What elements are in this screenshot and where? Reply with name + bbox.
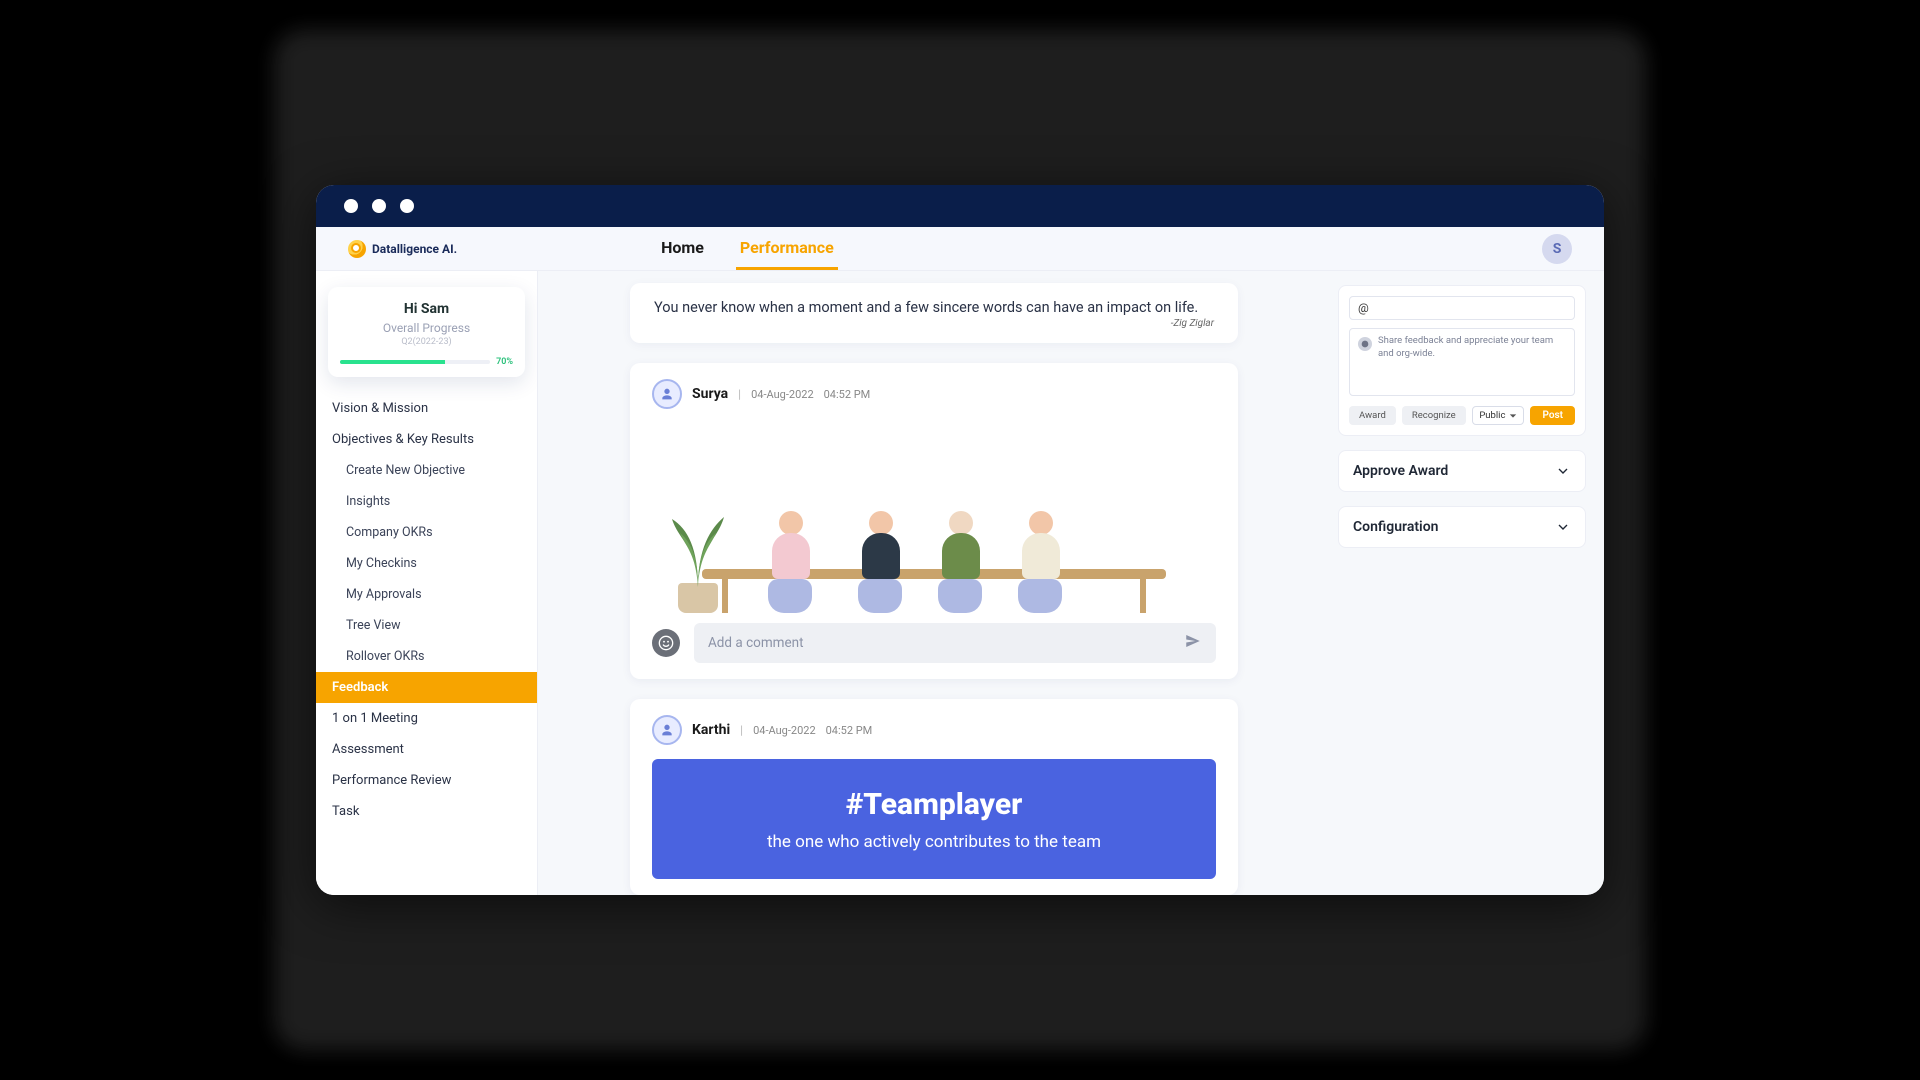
sidebar-nav: Vision & Mission Objectives & Key Result… (316, 391, 537, 847)
post-time: 04:52 PM (824, 388, 871, 401)
feed: You never know when a moment and a few s… (538, 271, 1338, 895)
comment-placeholder: Add a comment (708, 635, 804, 651)
nav-okr[interactable]: Objectives & Key Results (316, 424, 537, 455)
quote-author: -Zig Ziglar (654, 318, 1214, 329)
brand-name: Datalligence AI. (372, 242, 457, 256)
approve-award-accordion[interactable]: Approve Award (1338, 450, 1586, 492)
emoji-picker-icon[interactable] (652, 629, 680, 657)
banner-title: #Teamplayer (846, 787, 1023, 822)
send-icon[interactable] (1184, 632, 1202, 654)
sidebar: Hi Sam Overall Progress Q2(2022-23) 70% … (316, 271, 538, 895)
feedback-placeholder: Share feedback and appreciate your team … (1378, 335, 1566, 389)
post-author: Surya (692, 386, 728, 402)
post-card: Surya | 04-Aug-2022 04:52 PM (630, 363, 1238, 679)
quote-text: You never know when a moment and a few s… (654, 299, 1214, 316)
nav-tree-view[interactable]: Tree View (316, 610, 537, 641)
configuration-accordion[interactable]: Configuration (1338, 506, 1586, 548)
post-card: Karthi | 04-Aug-2022 04:52 PM #Teamplaye… (630, 699, 1238, 895)
nav-my-checkins[interactable]: My Checkins (316, 548, 537, 579)
smiley-icon (1358, 337, 1372, 351)
user-avatar-icon (652, 379, 682, 409)
window-titlebar (316, 185, 1604, 227)
window-control[interactable] (400, 199, 414, 213)
mention-input[interactable]: @ (1349, 296, 1575, 320)
post-author: Karthi (692, 722, 730, 738)
accordion-label: Configuration (1353, 519, 1438, 535)
separator: | (738, 387, 741, 401)
nav-rollover-okrs[interactable]: Rollover OKRs (316, 641, 537, 672)
nav-create-objective[interactable]: Create New Objective (316, 455, 537, 486)
progress-percent: 70% (496, 357, 513, 367)
brand-logo-icon (348, 240, 366, 258)
nav-insights[interactable]: Insights (316, 486, 537, 517)
nav-performance-review[interactable]: Performance Review (316, 765, 537, 796)
nav-my-approvals[interactable]: My Approvals (316, 579, 537, 610)
comment-input[interactable]: Add a comment (694, 623, 1216, 663)
visibility-select[interactable]: Public (1472, 406, 1524, 425)
brand: Datalligence AI. (348, 240, 457, 258)
quote-card: You never know when a moment and a few s… (630, 283, 1238, 343)
visibility-label: Public (1479, 410, 1505, 421)
tab-home[interactable]: Home (657, 228, 708, 270)
right-panel: @ Share feedback and appreciate your tea… (1338, 271, 1604, 895)
teamplayer-banner: #Teamplayer the one who actively contrib… (652, 759, 1216, 879)
tab-performance[interactable]: Performance (736, 228, 838, 270)
top-tabs: Home Performance (657, 228, 838, 270)
nav-assessment[interactable]: Assessment (316, 734, 537, 765)
post-time: 04:52 PM (826, 724, 873, 737)
banner-description: the one who actively contributes to the … (767, 832, 1101, 852)
topbar: Datalligence AI. Home Performance S (316, 227, 1604, 271)
progress-fill (340, 360, 445, 364)
accordion-label: Approve Award (1353, 463, 1448, 479)
user-avatar[interactable]: S (1542, 234, 1572, 264)
compose-card: @ Share feedback and appreciate your tea… (1338, 285, 1586, 436)
greeting-subtitle: Overall Progress (340, 321, 513, 335)
post-button[interactable]: Post (1530, 406, 1575, 425)
progress-bar (340, 360, 490, 364)
greeting-card: Hi Sam Overall Progress Q2(2022-23) 70% (328, 287, 525, 377)
feedback-textarea[interactable]: Share feedback and appreciate your team … (1349, 328, 1575, 396)
chevron-down-icon (1509, 412, 1517, 420)
chevron-down-icon (1555, 463, 1571, 479)
window-control[interactable] (344, 199, 358, 213)
app-window: Datalligence AI. Home Performance S Hi S… (316, 185, 1604, 895)
nav-1on1[interactable]: 1 on 1 Meeting (316, 703, 537, 734)
window-control[interactable] (372, 199, 386, 213)
post-date: 04-Aug-2022 (751, 388, 814, 401)
post-illustration (652, 423, 1216, 613)
nav-company-okrs[interactable]: Company OKRs (316, 517, 537, 548)
nav-feedback[interactable]: Feedback (316, 672, 537, 703)
post-date: 04-Aug-2022 (753, 724, 816, 737)
plant-icon (678, 583, 718, 613)
user-avatar-icon (652, 715, 682, 745)
nav-task[interactable]: Task (316, 796, 537, 827)
separator: | (740, 723, 743, 737)
nav-vision-mission[interactable]: Vision & Mission (316, 393, 537, 424)
greeting-title: Hi Sam (340, 301, 513, 317)
chevron-down-icon (1555, 519, 1571, 535)
recognize-chip[interactable]: Recognize (1402, 406, 1466, 425)
greeting-period: Q2(2022-23) (340, 337, 513, 347)
award-chip[interactable]: Award (1349, 406, 1396, 425)
